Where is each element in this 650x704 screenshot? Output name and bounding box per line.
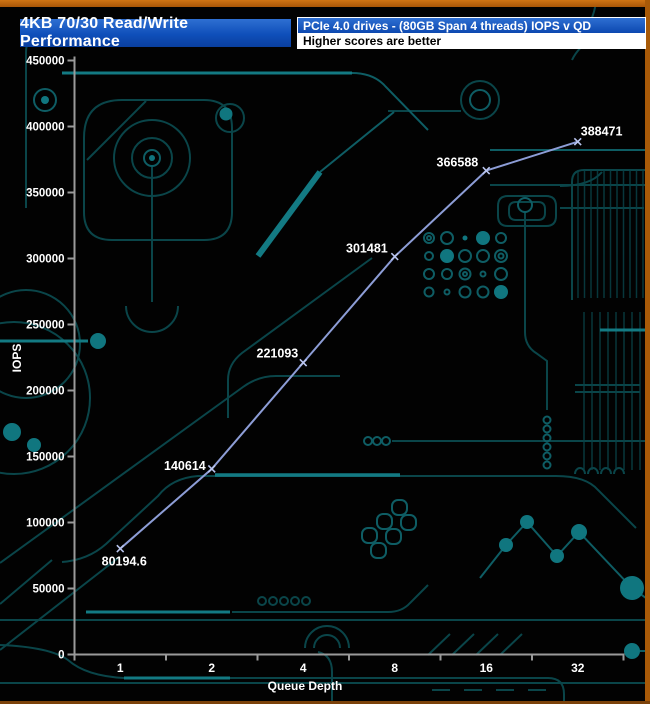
x-tick-label: 8 — [391, 661, 398, 675]
x-tick-label: 2 — [208, 661, 215, 675]
data-point-label: 140614 — [164, 459, 206, 473]
x-tick-label: 16 — [480, 661, 494, 675]
frame-border-top — [0, 0, 650, 7]
data-point-label: 80194.6 — [102, 555, 147, 569]
data-point-marker — [207, 464, 216, 473]
y-tick-label: 250000 — [26, 320, 64, 332]
iops-line-chart: 0 50000 100000 150000 200000 250000 300000 3500… — [10, 56, 625, 693]
chart-title-box: 4KB 70/30 Read/Write Performance — [20, 15, 291, 50]
y-tick-label: 50000 — [33, 584, 65, 596]
chart-title: 4KB 70/30 Read/Write Performance — [20, 15, 189, 50]
x-tick-label: 1 — [117, 661, 124, 675]
chart-subtitle: PCIe 4.0 drives - (80GB Span 4 threads) … — [298, 18, 645, 33]
y-tick-label: 300000 — [26, 254, 64, 266]
y-tick-label: 400000 — [26, 122, 64, 134]
data-point-label: 221093 — [257, 347, 299, 361]
data-point-marker — [390, 252, 399, 261]
frame-border-right — [645, 0, 650, 704]
x-axis-title: Queue Depth — [268, 679, 343, 693]
y-tick-label: 350000 — [26, 188, 64, 200]
y-tick-label: 200000 — [26, 386, 64, 398]
chart-panel: 0 50000 100000 150000 200000 250000 300000 3500… — [0, 0, 650, 704]
data-point-label: 301481 — [346, 242, 388, 256]
y-tick-label: 0 — [58, 650, 64, 662]
chart-note: Higher scores are better — [298, 33, 645, 48]
y-tick-label: 100000 — [26, 518, 64, 530]
y-axis-title: IOPS — [10, 344, 24, 373]
performance-line — [119, 140, 579, 550]
x-tick-label: 4 — [300, 661, 307, 675]
data-point-marker — [116, 544, 125, 553]
y-tick-label: 150000 — [26, 452, 64, 464]
y-tick-label: 450000 — [26, 56, 64, 68]
x-tick-label: 32 — [571, 661, 585, 675]
chart-subtitle-box: PCIe 4.0 drives - (80GB Span 4 threads) … — [297, 17, 646, 49]
data-point-label: 388471 — [581, 125, 623, 139]
data-point-label: 366588 — [437, 156, 479, 170]
data-point-marker — [299, 358, 308, 367]
